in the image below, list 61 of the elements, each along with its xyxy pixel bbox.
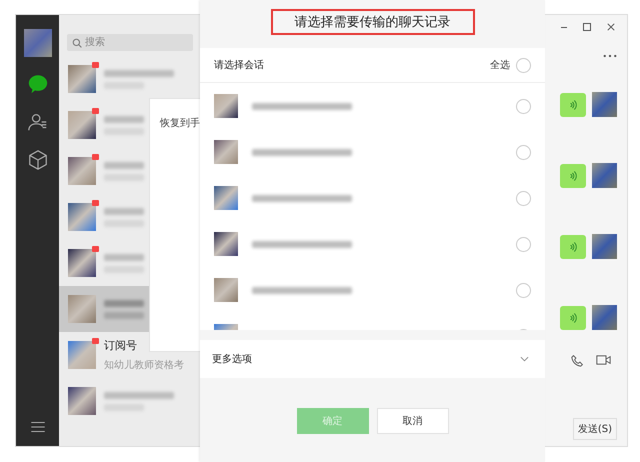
select-all-checkbox[interactable] [516,58,531,72]
minimize-icon[interactable] [561,26,567,28]
avatar-photo-placeholder [68,295,96,323]
video-camera-icon[interactable] [596,354,611,366]
blurred-name [104,116,144,122]
blurred-name [104,208,144,214]
more-options-row[interactable]: 更多选项 [200,340,545,378]
chat-bubble-icon[interactable] [26,73,48,95]
voice-message[interactable] [560,234,586,258]
chevron-icon [520,356,529,362]
voice-wave-icon [568,98,578,110]
voice-message[interactable] [560,306,586,330]
avatar-photo-placeholder [68,249,96,277]
blurred-name [104,392,174,398]
avatar-photo-placeholder [68,341,96,369]
send-button[interactable]: 发送(S) [572,418,617,440]
search-field[interactable]: 搜索 [67,34,193,51]
select-all-label: 全选 [490,58,510,72]
avatar-photo-placeholder [592,92,617,117]
avatar-photo-placeholder [68,111,96,139]
voice-message[interactable] [560,92,586,116]
radio-button[interactable] [516,282,531,298]
voice-wave-icon [568,312,578,324]
maximize-icon[interactable] [583,23,591,31]
blurred-name [104,300,144,306]
avatar-photo-placeholder [592,305,617,330]
avatar-photo-placeholder [592,163,617,188]
avatar-photo-placeholder [214,186,238,210]
section-label: 请选择会话 [214,58,264,72]
radio-button[interactable] [516,190,531,206]
blurred-name [104,70,174,76]
blurred-name [104,162,144,168]
voice-wave-icon [568,240,578,252]
more-icon[interactable] [603,54,617,58]
voice-message[interactable] [560,164,586,188]
close-icon[interactable] [607,23,615,31]
chat-preview: 知幼儿教师资格考 [104,358,184,372]
chat-item[interactable]: 订阅号 知幼儿教师资格考 [59,332,201,378]
chat-name: 订阅号 [104,338,138,353]
contacts-icon[interactable] [26,111,48,133]
avatar-photo-placeholder [214,140,238,164]
search-icon [72,38,82,48]
avatar-photo-placeholder [68,387,96,415]
dialog-title: 请选择需要传输的聊天记录 [270,9,474,35]
avatar-photo-placeholder [68,157,96,185]
blurred-name [104,254,144,260]
cube-icon[interactable] [26,149,48,171]
avatar-photo-placeholder [592,234,617,259]
panel-title: 恢复到手 [160,118,200,129]
avatar-photo-placeholder [68,203,96,231]
avatar-photo-placeholder [214,232,238,256]
radio-button[interactable] [516,236,531,252]
radio-button[interactable] [516,98,531,114]
blurred-preview [104,312,144,318]
radio-button[interactable] [516,144,531,160]
voice-wave-icon [568,170,578,182]
avatar-photo-placeholder [214,278,238,302]
avatar-photo-placeholder [214,94,238,118]
avatar-photo-placeholder [68,65,96,93]
phone-icon[interactable] [571,354,584,367]
cancel-button[interactable]: 取消 [376,408,448,434]
